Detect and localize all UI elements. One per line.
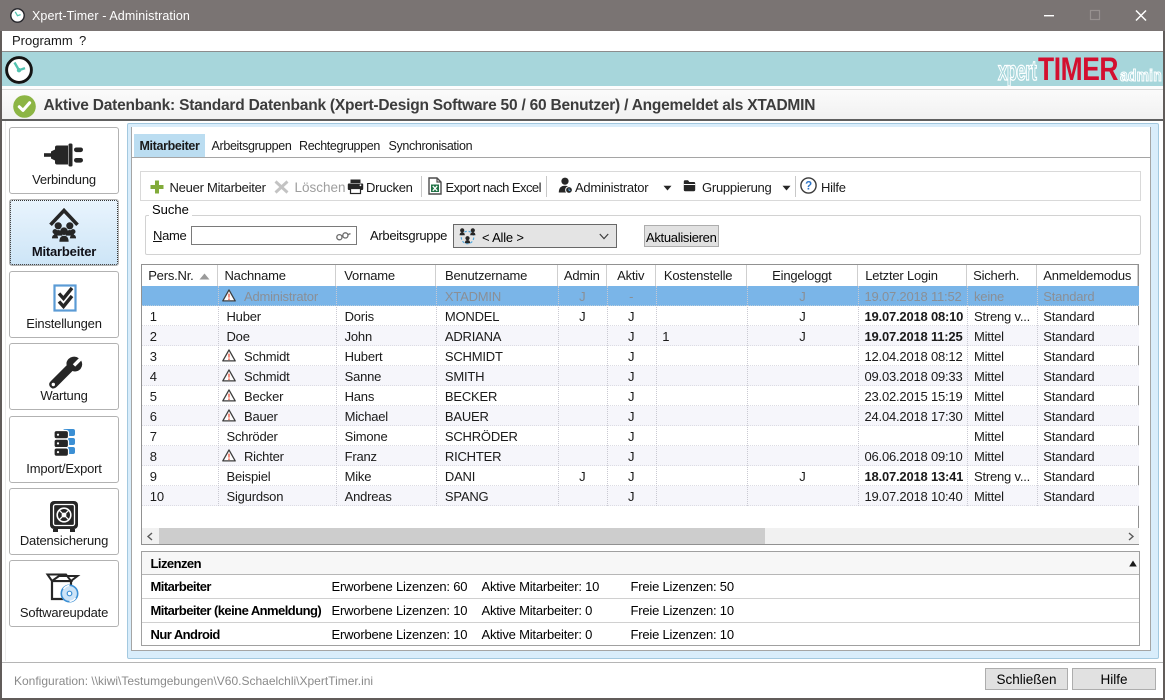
svg-text:?: ? bbox=[805, 181, 812, 193]
